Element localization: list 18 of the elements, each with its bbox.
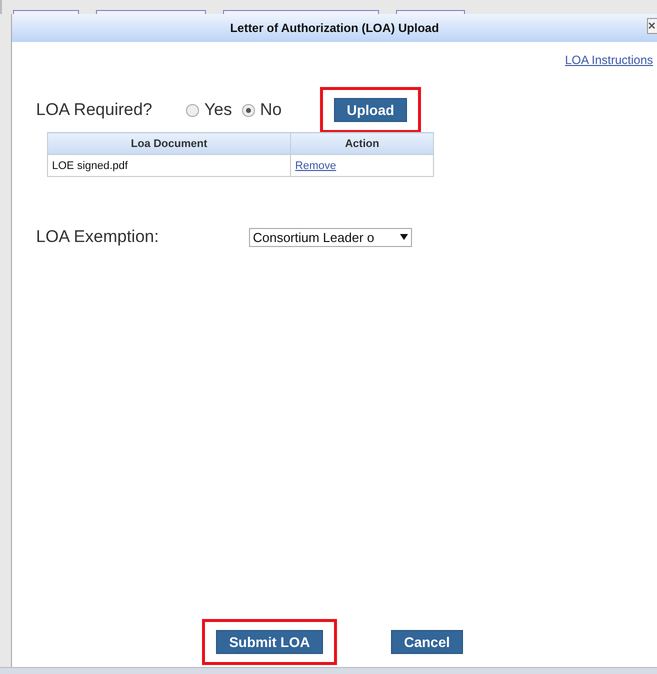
field-label: LOA Required? <box>36 100 152 120</box>
radio-option[interactable]: Yes <box>186 100 232 120</box>
radio-label: Yes <box>204 100 232 120</box>
exemption-dropdown[interactable]: Consortium Leader o <box>248 228 412 246</box>
remove-link[interactable]: Remove <box>295 160 336 172</box>
submit-button[interactable]: Submit LOA <box>216 630 323 654</box>
column-header: Action <box>290 132 434 154</box>
instructions-link[interactable]: LOA Instructions <box>564 53 653 67</box>
dialog-title: Letter of Authorization (LOA) Upload <box>230 21 439 35</box>
column-header: Loa Document <box>48 132 291 154</box>
upload-button[interactable]: Upload <box>334 98 408 122</box>
close-button[interactable]: × <box>647 18 657 34</box>
field-label: LOA Exemption: <box>36 227 159 247</box>
table-cell: LOE signed.pdf <box>48 154 291 176</box>
radio-label: No <box>260 100 282 120</box>
radio-option[interactable]: No <box>242 100 282 120</box>
cancel-button[interactable]: Cancel <box>390 630 463 654</box>
caret-icon <box>400 234 408 240</box>
